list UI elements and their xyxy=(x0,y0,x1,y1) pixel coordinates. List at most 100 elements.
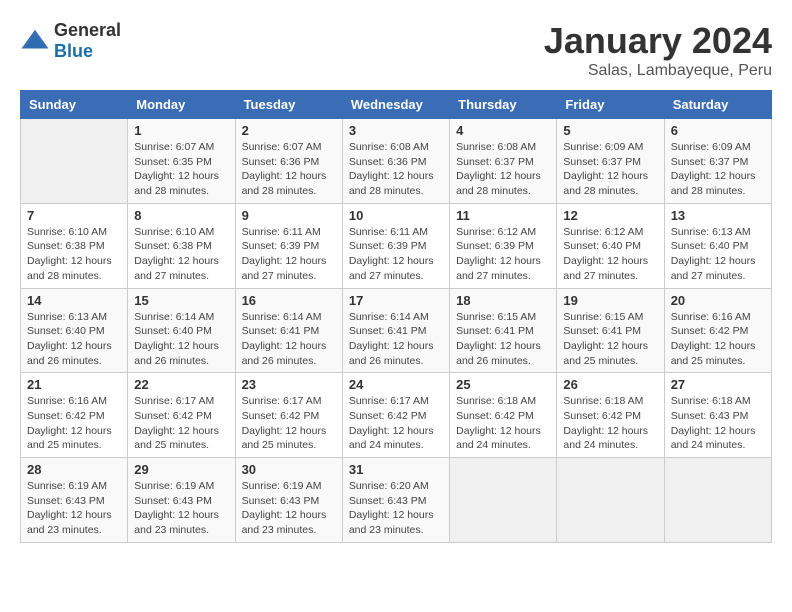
calendar-cell: 17 Sunrise: 6:14 AM Sunset: 6:41 PM Dayli… xyxy=(342,288,449,373)
day-info: Sunrise: 6:18 AM Sunset: 6:42 PM Dayligh… xyxy=(456,394,550,453)
day-info: Sunrise: 6:09 AM Sunset: 6:37 PM Dayligh… xyxy=(671,140,765,199)
day-number: 3 xyxy=(349,123,443,138)
calendar-cell: 7Sunrise: 6:10 AM Sunset: 6:38 PM Daylig… xyxy=(21,203,128,288)
day-number: 11 xyxy=(456,208,550,223)
calendar-cell: 24Sunrise: 6:17 AM Sunset: 6:42 PM Dayli… xyxy=(342,373,449,458)
calendar-week-row: 21 Sunrise: 6:16 AM Sunset: 6:42 PM Dayli… xyxy=(21,373,772,458)
day-number: 22 xyxy=(134,377,228,392)
weekday-header: Friday xyxy=(557,91,664,119)
logo-icon xyxy=(20,26,50,56)
day-info: Sunrise: 6:20 AM Sunset: 6:43 PM Dayligh… xyxy=(349,479,443,538)
day-number: 6 xyxy=(671,123,765,138)
calendar-cell: 29 Sunrise: 6:19 AM Sunset: 6:43 PM Dayli… xyxy=(128,458,235,543)
calendar-cell: 12Sunrise: 6:12 AM Sunset: 6:40 PM Dayli… xyxy=(557,203,664,288)
location-text: Salas, Lambayeque, Peru xyxy=(544,62,772,80)
day-number: 15 xyxy=(134,293,228,308)
day-info: Sunrise: 6:13 AM Sunset: 6:40 PM Dayligh… xyxy=(27,310,121,369)
day-number: 7 xyxy=(27,208,121,223)
weekday-header: Tuesday xyxy=(235,91,342,119)
day-info: Sunrise: 6:18 AM Sunset: 6:43 PM Dayligh… xyxy=(671,394,765,453)
calendar-cell: 31 Sunrise: 6:20 AM Sunset: 6:43 PM Dayli… xyxy=(342,458,449,543)
calendar-cell: 15 Sunrise: 6:14 AM Sunset: 6:40 PM Dayli… xyxy=(128,288,235,373)
calendar-cell xyxy=(664,458,771,543)
day-info: Sunrise: 6:08 AM Sunset: 6:36 PM Dayligh… xyxy=(349,140,443,199)
calendar-cell: 3 Sunrise: 6:08 AM Sunset: 6:36 PM Daylig… xyxy=(342,119,449,204)
day-number: 16 xyxy=(242,293,336,308)
day-info: Sunrise: 6:15 AM Sunset: 6:41 PM Dayligh… xyxy=(563,310,657,369)
day-number: 30 xyxy=(242,462,336,477)
day-number: 17 xyxy=(349,293,443,308)
calendar-cell xyxy=(557,458,664,543)
calendar-cell: 19 Sunrise: 6:15 AM Sunset: 6:41 PM Dayli… xyxy=(557,288,664,373)
day-info: Sunrise: 6:16 AM Sunset: 6:42 PM Dayligh… xyxy=(27,394,121,453)
calendar-week-row: 14Sunrise: 6:13 AM Sunset: 6:40 PM Dayli… xyxy=(21,288,772,373)
calendar-week-row: 28 Sunrise: 6:19 AM Sunset: 6:43 PM Dayli… xyxy=(21,458,772,543)
calendar-cell: 2 Sunrise: 6:07 AM Sunset: 6:36 PM Daylig… xyxy=(235,119,342,204)
calendar-cell: 4 Sunrise: 6:08 AM Sunset: 6:37 PM Daylig… xyxy=(450,119,557,204)
calendar-cell: 26Sunrise: 6:18 AM Sunset: 6:42 PM Dayli… xyxy=(557,373,664,458)
calendar-cell: 30 Sunrise: 6:19 AM Sunset: 6:43 PM Dayli… xyxy=(235,458,342,543)
day-info: Sunrise: 6:19 AM Sunset: 6:43 PM Dayligh… xyxy=(27,479,121,538)
day-info: Sunrise: 6:12 AM Sunset: 6:39 PM Dayligh… xyxy=(456,225,550,284)
day-info: Sunrise: 6:14 AM Sunset: 6:41 PM Dayligh… xyxy=(349,310,443,369)
calendar-cell: 18 Sunrise: 6:15 AM Sunset: 6:41 PM Dayli… xyxy=(450,288,557,373)
calendar-table: SundayMondayTuesdayWednesdayThursdayFrid… xyxy=(20,90,772,543)
title-block: January 2024 Salas, Lambayeque, Peru xyxy=(544,20,772,80)
day-number: 10 xyxy=(349,208,443,223)
weekday-header: Saturday xyxy=(664,91,771,119)
day-number: 9 xyxy=(242,208,336,223)
day-info: Sunrise: 6:17 AM Sunset: 6:42 PM Dayligh… xyxy=(242,394,336,453)
logo: General Blue xyxy=(20,20,121,62)
calendar-cell: 21 Sunrise: 6:16 AM Sunset: 6:42 PM Dayli… xyxy=(21,373,128,458)
day-info: Sunrise: 6:07 AM Sunset: 6:35 PM Dayligh… xyxy=(134,140,228,199)
calendar-cell: 9 Sunrise: 6:11 AM Sunset: 6:39 PM Daylig… xyxy=(235,203,342,288)
calendar-cell: 25 Sunrise: 6:18 AM Sunset: 6:42 PM Dayli… xyxy=(450,373,557,458)
day-number: 24 xyxy=(349,377,443,392)
day-info: Sunrise: 6:11 AM Sunset: 6:39 PM Dayligh… xyxy=(349,225,443,284)
day-number: 25 xyxy=(456,377,550,392)
calendar-cell: 22Sunrise: 6:17 AM Sunset: 6:42 PM Dayli… xyxy=(128,373,235,458)
day-number: 28 xyxy=(27,462,121,477)
day-info: Sunrise: 6:15 AM Sunset: 6:41 PM Dayligh… xyxy=(456,310,550,369)
weekday-header: Monday xyxy=(128,91,235,119)
calendar-cell: 13 Sunrise: 6:13 AM Sunset: 6:40 PM Dayli… xyxy=(664,203,771,288)
day-number: 21 xyxy=(27,377,121,392)
day-info: Sunrise: 6:13 AM Sunset: 6:40 PM Dayligh… xyxy=(671,225,765,284)
day-info: Sunrise: 6:14 AM Sunset: 6:40 PM Dayligh… xyxy=(134,310,228,369)
day-number: 13 xyxy=(671,208,765,223)
day-info: Sunrise: 6:08 AM Sunset: 6:37 PM Dayligh… xyxy=(456,140,550,199)
day-number: 12 xyxy=(563,208,657,223)
day-info: Sunrise: 6:19 AM Sunset: 6:43 PM Dayligh… xyxy=(134,479,228,538)
day-number: 4 xyxy=(456,123,550,138)
weekday-header: Thursday xyxy=(450,91,557,119)
calendar-cell: 6 Sunrise: 6:09 AM Sunset: 6:37 PM Daylig… xyxy=(664,119,771,204)
day-info: Sunrise: 6:11 AM Sunset: 6:39 PM Dayligh… xyxy=(242,225,336,284)
month-title: January 2024 xyxy=(544,20,772,62)
calendar-cell: 20Sunrise: 6:16 AM Sunset: 6:42 PM Dayli… xyxy=(664,288,771,373)
day-info: Sunrise: 6:16 AM Sunset: 6:42 PM Dayligh… xyxy=(671,310,765,369)
day-number: 19 xyxy=(563,293,657,308)
calendar-cell: 28 Sunrise: 6:19 AM Sunset: 6:43 PM Dayli… xyxy=(21,458,128,543)
calendar-header-row: SundayMondayTuesdayWednesdayThursdayFrid… xyxy=(21,91,772,119)
day-number: 27 xyxy=(671,377,765,392)
calendar-cell: 23Sunrise: 6:17 AM Sunset: 6:42 PM Dayli… xyxy=(235,373,342,458)
day-number: 18 xyxy=(456,293,550,308)
calendar-cell: 1Sunrise: 6:07 AM Sunset: 6:35 PM Daylig… xyxy=(128,119,235,204)
day-number: 5 xyxy=(563,123,657,138)
calendar-cell: 16Sunrise: 6:14 AM Sunset: 6:41 PM Dayli… xyxy=(235,288,342,373)
weekday-header: Sunday xyxy=(21,91,128,119)
calendar-cell: 14Sunrise: 6:13 AM Sunset: 6:40 PM Dayli… xyxy=(21,288,128,373)
day-number: 2 xyxy=(242,123,336,138)
day-number: 29 xyxy=(134,462,228,477)
logo-blue-text: Blue xyxy=(54,41,93,61)
calendar-cell: 5Sunrise: 6:09 AM Sunset: 6:37 PM Daylig… xyxy=(557,119,664,204)
day-number: 8 xyxy=(134,208,228,223)
calendar-cell: 8Sunrise: 6:10 AM Sunset: 6:38 PM Daylig… xyxy=(128,203,235,288)
day-number: 31 xyxy=(349,462,443,477)
calendar-body: 1Sunrise: 6:07 AM Sunset: 6:35 PM Daylig… xyxy=(21,119,772,543)
day-number: 26 xyxy=(563,377,657,392)
day-info: Sunrise: 6:19 AM Sunset: 6:43 PM Dayligh… xyxy=(242,479,336,538)
calendar-cell: 10 Sunrise: 6:11 AM Sunset: 6:39 PM Dayli… xyxy=(342,203,449,288)
day-info: Sunrise: 6:07 AM Sunset: 6:36 PM Dayligh… xyxy=(242,140,336,199)
calendar-cell: 11 Sunrise: 6:12 AM Sunset: 6:39 PM Dayli… xyxy=(450,203,557,288)
